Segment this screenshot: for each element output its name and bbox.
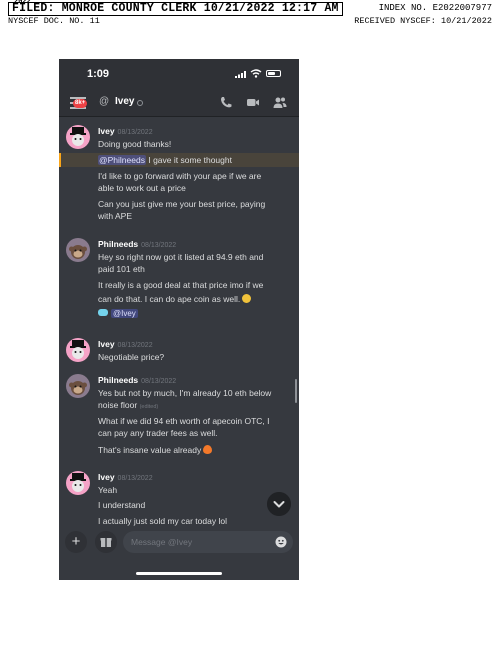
plus-icon[interactable]: + (65, 531, 87, 553)
message-text: can do that. I can do ape coin as well. (98, 293, 294, 305)
cat-emoji-icon (98, 309, 108, 316)
message-text: paid 101 eth (98, 264, 145, 274)
message-input[interactable] (123, 531, 293, 553)
message-text: I'd like to go forward with your ape if … (98, 171, 262, 181)
message-text: Doing good thanks! (98, 139, 172, 149)
avatar-ivey[interactable] (66, 338, 90, 362)
username[interactable]: Ivey 08/13/2022 (98, 339, 153, 349)
filing-header: 2022 FILED: MONROE COUNTY CLERK 10/21/20… (0, 0, 500, 30)
channel-name[interactable]: Ivey (115, 96, 134, 107)
message-text: That's insane value already (98, 444, 294, 456)
message-text: with APE (98, 211, 133, 221)
username[interactable]: Ivey 08/13/2022 (98, 126, 153, 136)
timestamp: 08/13/2022 (117, 475, 153, 482)
call-icon[interactable] (219, 96, 233, 109)
timestamp: 08/13/2022 (117, 129, 153, 136)
message-text: @Philneeds I gave it some thought (98, 155, 232, 165)
filed-stamp: FILED: MONROE COUNTY CLERK 10/21/2022 12… (8, 2, 343, 16)
message-text: Yeah (98, 485, 118, 495)
message-text: Hey so right now got it listed at 94.9 e… (98, 252, 264, 262)
chevron-down-icon[interactable] (267, 492, 291, 516)
message-text: Yes but not by much, I'm already 10 eth … (98, 388, 272, 398)
smile-emoji-icon (242, 294, 252, 303)
signal-icon (235, 71, 246, 78)
username[interactable]: Philneeds 08/13/2022 (98, 375, 176, 385)
battery-icon (266, 70, 281, 77)
avatar-ivey[interactable] (66, 471, 90, 495)
scrollbar[interactable] (295, 379, 297, 403)
avatar-philneeds[interactable] (66, 238, 90, 262)
message-text: I understand (98, 500, 146, 510)
message-text: Negotiable price? (98, 352, 165, 362)
received-date: RECEIVED NYSCEF: 10/21/2022 (354, 16, 492, 26)
message-text: It really is a good deal at that price i… (98, 280, 264, 290)
doc-number: NYSCEF DOC. NO. 11 (8, 16, 100, 26)
message-list[interactable]: Ivey 08/13/2022 Doing good thanks! @Philn… (59, 117, 299, 527)
status-bar: 1:09 (59, 59, 299, 89)
message-text: able to work out a price (98, 183, 186, 193)
message-text: What if we did 94 eth worth of apecoin O… (98, 416, 270, 426)
phone-screenshot: 1:09 8k+ @ Ivey Ivey 08/13/2022 Doing go… (59, 59, 299, 580)
message-composer: + (59, 527, 299, 580)
emoji-icon[interactable] (275, 536, 287, 548)
members-icon[interactable] (273, 96, 287, 109)
at-icon: @ (99, 96, 110, 107)
channel-header: 8k+ @ Ivey (59, 89, 299, 117)
video-icon[interactable] (246, 96, 260, 109)
timestamp: 08/13/2022 (141, 378, 177, 385)
clock: 1:09 (87, 68, 110, 80)
avatar-philneeds[interactable] (66, 374, 90, 398)
message-text: can pay any trader fees as well. (98, 428, 218, 438)
message-text: noise floor (edited) (98, 400, 159, 410)
user-mention[interactable]: @Philneeds (98, 155, 146, 165)
timestamp: 08/13/2022 (117, 342, 153, 349)
wifi-icon (250, 69, 262, 78)
mention-pill[interactable]: @Ivey (98, 309, 138, 318)
index-number: INDEX NO. E2022007977 (378, 3, 492, 13)
offline-status-icon (137, 100, 143, 106)
timestamp: 08/13/2022 (141, 242, 177, 249)
message-text: Can you just give me your best price, pa… (98, 199, 266, 209)
notification-badge: 8k+ (73, 99, 88, 108)
message-text: I actually just sold my car today lol (98, 516, 227, 526)
username[interactable]: Ivey 08/13/2022 (98, 472, 153, 482)
fire-emoji-icon (203, 445, 213, 454)
avatar-ivey[interactable] (66, 125, 90, 149)
gift-icon[interactable] (95, 531, 117, 553)
home-indicator (136, 572, 222, 575)
username[interactable]: Philneeds 08/13/2022 (98, 239, 176, 249)
edited-tag: (edited) (139, 404, 159, 410)
